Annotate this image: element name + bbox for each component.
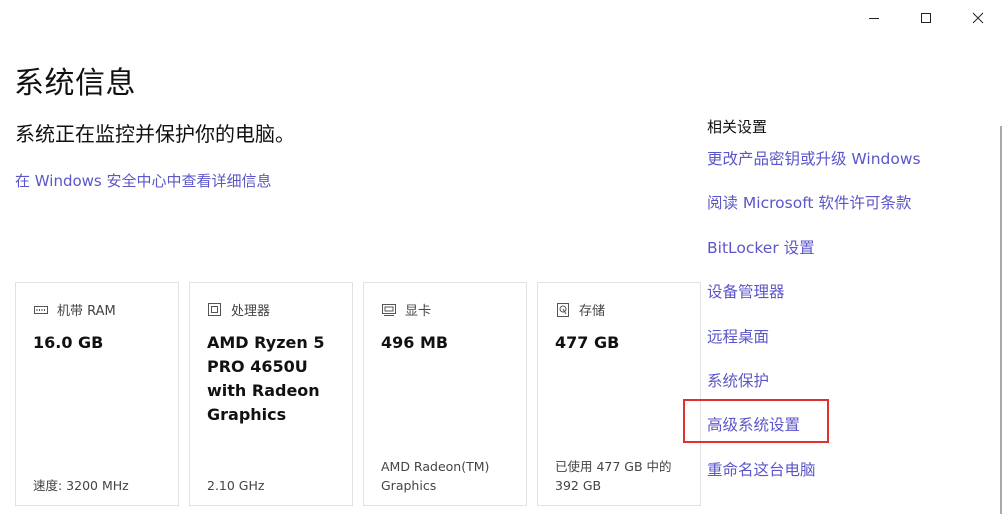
- link-remote-desktop[interactable]: 远程桌面: [707, 325, 769, 347]
- spec-cards: 机带 RAM 16.0 GB 速度: 3200 MHz 处理器 AMD Ryze…: [15, 282, 701, 506]
- card-footer: 已使用 477 GB 中的 392 GB: [555, 459, 672, 493]
- card-header: 机带 RAM: [33, 300, 116, 319]
- card-label: 存储: [579, 304, 606, 319]
- card-footer: 2.10 GHz: [207, 478, 265, 493]
- card-footer: AMD Radeon(TM) Graphics: [381, 459, 490, 493]
- card-value: 16.0 GB: [33, 333, 104, 352]
- link-license-terms[interactable]: 阅读 Microsoft 软件许可条款: [707, 191, 911, 213]
- card-header: 处理器: [207, 300, 270, 319]
- display-adapter-card: 显卡 496 MB AMD Radeon(TM) Graphics: [363, 282, 527, 506]
- card-label: 处理器: [231, 304, 271, 319]
- link-device-manager[interactable]: 设备管理器: [707, 280, 785, 302]
- card-header: 存储: [555, 300, 605, 319]
- link-system-protection[interactable]: 系统保护: [707, 369, 769, 391]
- related-settings: 相关设置 更改产品密钥或升级 Windows 阅读 Microsoft 软件许可…: [707, 116, 921, 479]
- minimize-button[interactable]: [848, 0, 900, 36]
- display-adapter-icon: [381, 302, 396, 317]
- close-button[interactable]: [952, 0, 1004, 36]
- minimize-icon: [869, 18, 879, 19]
- card-label: 显卡: [405, 304, 432, 319]
- card-value: 477 GB: [555, 333, 620, 352]
- card-value: 496 MB: [381, 333, 449, 352]
- page-title: 系统信息: [14, 66, 136, 101]
- system-info-window: 系统信息 系统正在监控并保护你的电脑。 在 Windows 安全中心中查看详细信…: [0, 0, 1004, 514]
- protection-status-text: 系统正在监控并保护你的电脑。: [15, 122, 295, 146]
- processor-card: 处理器 AMD Ryzen 5 PRO 4650U with Radeon Gr…: [189, 282, 353, 506]
- card-label: 机带 RAM: [57, 304, 116, 319]
- related-settings-title: 相关设置: [707, 118, 768, 136]
- window-controls: [848, 0, 1004, 36]
- card-value: AMD Ryzen 5 PRO 4650U with Radeon Graphi…: [207, 333, 325, 424]
- scrollbar[interactable]: [1000, 126, 1002, 514]
- link-rename-pc[interactable]: 重命名这台电脑: [707, 458, 816, 480]
- storage-card: 存储 477 GB 已使用 477 GB 中的 392 GB: [537, 282, 701, 506]
- storage-icon: [555, 302, 570, 317]
- card-footer: 速度: 3200 MHz: [33, 478, 129, 493]
- link-advanced-system-settings[interactable]: 高级系统设置: [707, 413, 800, 435]
- link-change-product-key[interactable]: 更改产品密钥或升级 Windows: [707, 147, 921, 169]
- maximize-button[interactable]: [900, 0, 952, 36]
- maximize-icon: [921, 13, 931, 23]
- close-icon: [972, 12, 984, 24]
- windows-security-link[interactable]: 在 Windows 安全中心中查看详细信息: [15, 170, 272, 191]
- card-header: 显卡: [381, 300, 431, 319]
- ram-icon: [33, 302, 48, 317]
- link-bitlocker-settings[interactable]: BitLocker 设置: [707, 236, 815, 258]
- ram-card: 机带 RAM 16.0 GB 速度: 3200 MHz: [15, 282, 179, 506]
- processor-icon: [207, 302, 222, 317]
